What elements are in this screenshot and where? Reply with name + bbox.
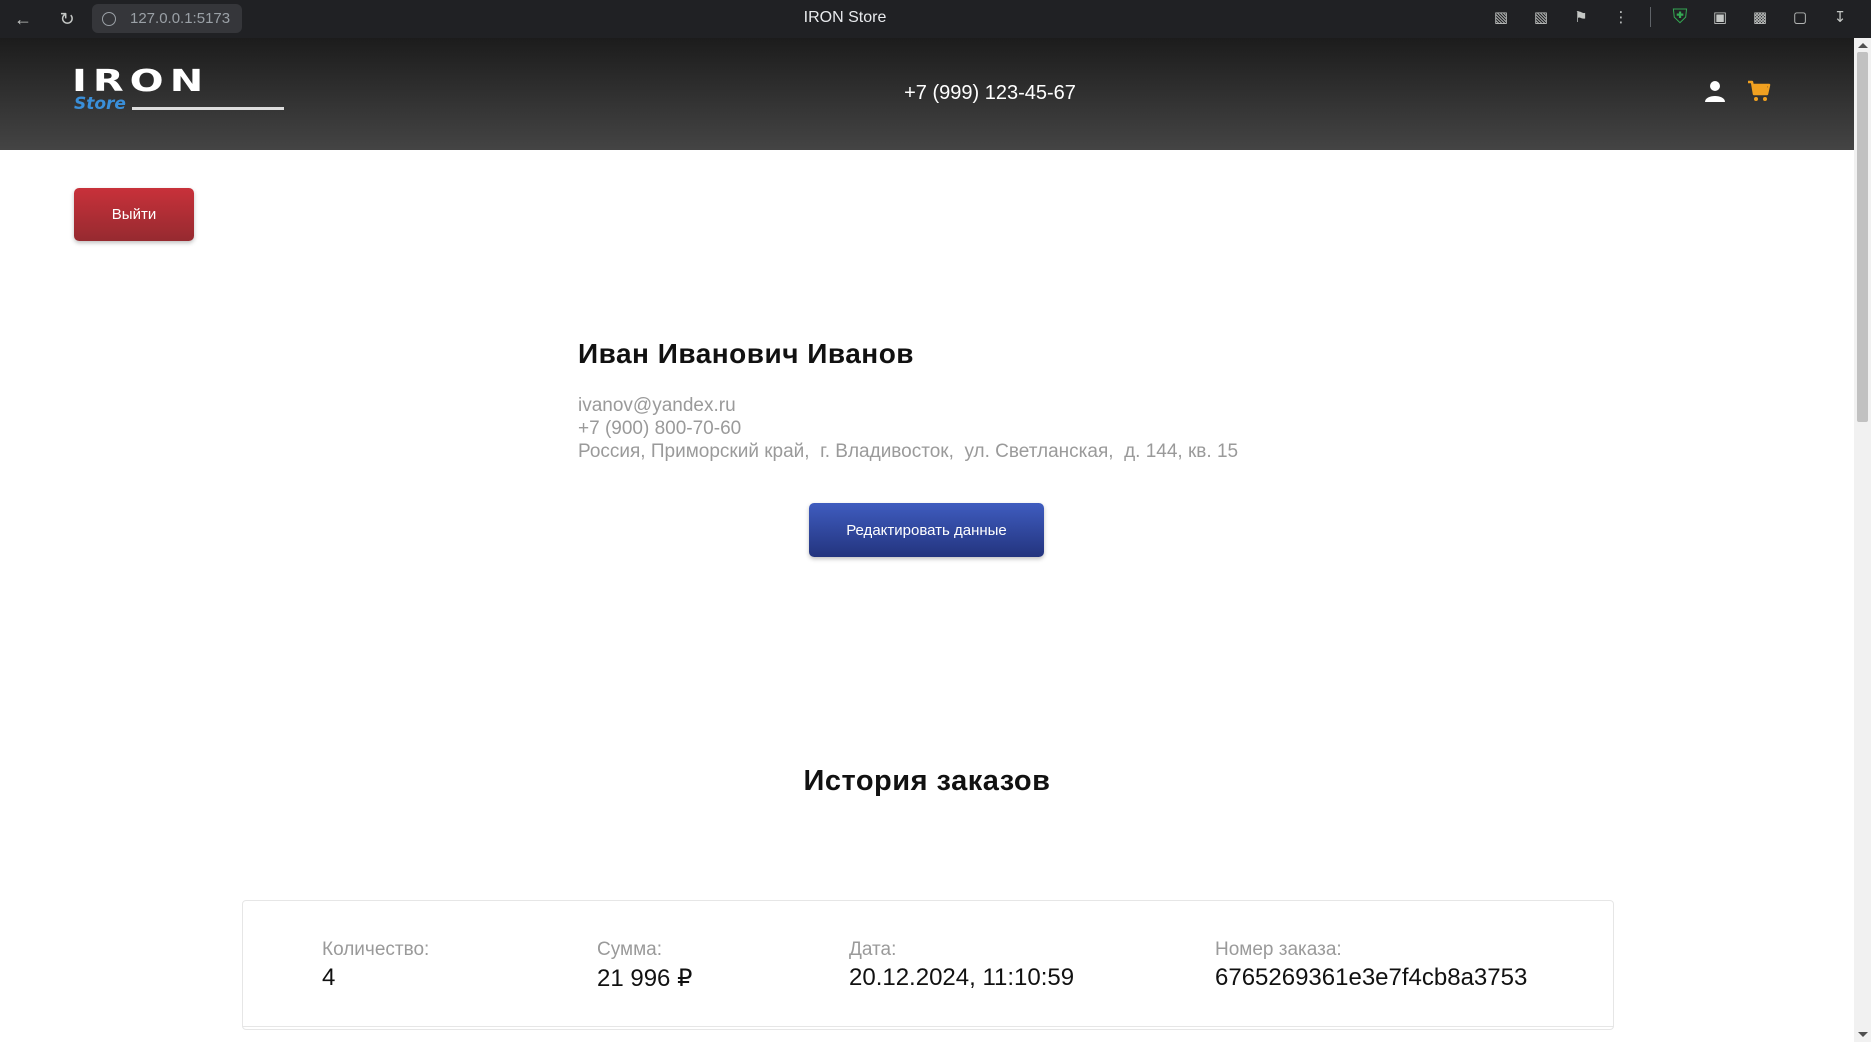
profile-name: Иван Иванович Иванов	[578, 338, 915, 369]
order-number: Номер заказа: 6765269361e3e7f4cb8a3753	[1215, 939, 1527, 992]
order-card[interactable]: Количество: 4 Сумма: 21 996 ₽ Дата: 20.1…	[242, 900, 1614, 1030]
scroll-up-arrow-icon[interactable]	[1858, 43, 1868, 48]
downloads-icon[interactable]: ↧	[1829, 6, 1851, 28]
order-card-divider	[242, 1026, 1614, 1027]
page-scrollbar[interactable]	[1854, 38, 1871, 1042]
toolbar-divider	[1650, 7, 1651, 27]
order-number-label: Номер заказа:	[1215, 939, 1342, 960]
edit-profile-button[interactable]: Редактировать данные	[809, 503, 1044, 557]
order-sum: Сумма: 21 996 ₽	[597, 939, 692, 993]
orders-title: История заказов	[803, 765, 1051, 797]
site-header: IRON Store +7 (999) 123-45-67	[0, 38, 1854, 150]
profile-contacts: ivanov@yandex.ru +7 (900) 800-70-60 Росс…	[578, 394, 1378, 463]
browser-actions: ▧ ▧ ⚑ ⋮ ⛨ ▣ ▩ ▢ ↧	[1490, 6, 1851, 28]
translate-icon[interactable]: ▧	[1490, 6, 1512, 28]
translate-alt-icon[interactable]: ▧	[1530, 6, 1552, 28]
bookmark-icon[interactable]: ⚑	[1570, 6, 1592, 28]
cart-icon[interactable]	[1747, 79, 1771, 103]
profile-email: ivanov@yandex.ru	[578, 395, 736, 416]
scroll-thumb[interactable]	[1857, 52, 1868, 422]
profile-section: Иван Иванович Иванов ivanov@yandex.ru +7…	[578, 338, 1378, 463]
order-number-value: 6765269361e3e7f4cb8a3753	[1215, 964, 1528, 991]
order-sum-value: 21 996 ₽	[597, 965, 693, 992]
order-date: Дата: 20.12.2024, 11:10:59	[849, 939, 1074, 992]
header-phone: +7 (999) 123-45-67	[904, 82, 1076, 104]
profile-address: Россия, Приморский край, г. Владивосток,…	[578, 441, 1239, 462]
order-quantity: Количество: 4	[322, 939, 429, 992]
order-quantity-label: Количество:	[322, 939, 430, 960]
screenshot-extension-icon[interactable]: ▣	[1709, 6, 1731, 28]
user-icon[interactable]	[1703, 79, 1727, 103]
logout-button[interactable]: Выйти	[74, 188, 194, 241]
browser-toolbar: ← ↻ 127.0.0.1:5173 IRON Store ▧ ▧ ⚑ ⋮ ⛨ …	[0, 0, 1871, 38]
extensions-icon[interactable]: ▩	[1749, 6, 1771, 28]
logo-underline	[132, 107, 284, 110]
profile-extension-icon[interactable]: ▢	[1789, 6, 1811, 28]
order-date-value: 20.12.2024, 11:10:59	[849, 964, 1075, 991]
menu-dots-icon[interactable]: ⋮	[1610, 6, 1632, 28]
tab-title: IRON Store	[803, 9, 887, 26]
order-sum-label: Сумма:	[597, 939, 662, 960]
shield-extension-icon[interactable]: ⛨	[1669, 6, 1691, 28]
order-quantity-value: 4	[322, 964, 336, 991]
order-date-label: Дата:	[849, 939, 897, 960]
scroll-down-arrow-icon[interactable]	[1858, 1032, 1868, 1037]
profile-phone: +7 (900) 800-70-60	[578, 418, 742, 439]
